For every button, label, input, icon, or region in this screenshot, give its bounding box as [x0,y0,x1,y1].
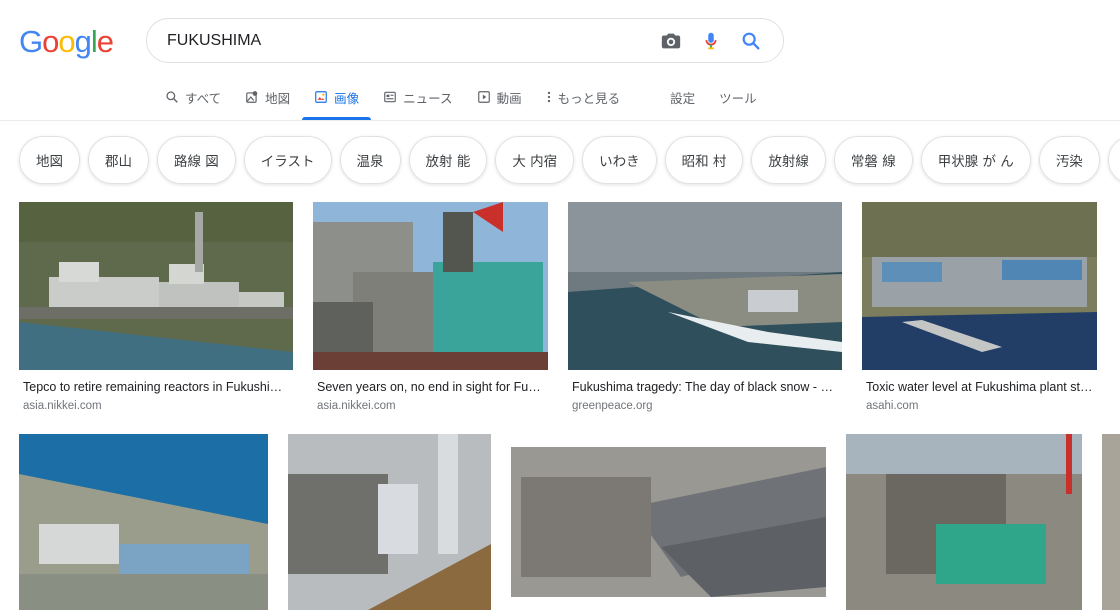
result-thumbnail[interactable] [846,434,1082,610]
result-thumbnail[interactable] [313,202,548,370]
related-search-chips: 地図 郡山 路線 図 イラスト 温泉 放射 能 大 内宿 いわき 昭和 村 放射… [19,136,1120,184]
settings-label: 設定 [670,90,696,106]
more-icon [547,91,550,103]
tab-news[interactable]: ニュース [381,80,454,114]
search-nav: すべて 地図 画像 ニュース 動画 もっと見る 設定 ツール [163,80,779,120]
google-logo[interactable]: Google [19,24,114,60]
result-thumbnail[interactable] [1102,434,1120,610]
tab-images[interactable]: 画像 [302,80,372,120]
result-title[interactable]: Seven years on, no end in sight for Fu… [317,380,544,394]
result-thumbnail[interactable] [511,447,826,597]
search-box [146,18,784,63]
chip[interactable]: 甲状腺 が ん [920,136,1031,184]
tab-videos-label: 動画 [496,90,522,106]
result-title[interactable]: Fukushima tragedy: The day of black snow… [572,380,838,394]
tab-more[interactable]: もっと見る [544,80,623,114]
result-thumbnail[interactable] [288,434,491,610]
chip[interactable]: 放 [1107,136,1120,184]
result-source[interactable]: asahi.com [866,400,918,412]
result-source[interactable]: greenpeace.org [572,400,653,412]
video-icon [477,91,490,103]
result-thumbnail[interactable] [19,434,268,610]
result-title[interactable]: Toxic water level at Fukushima plant st… [866,380,1093,394]
result-title[interactable]: Tepco to retire remaining reactors in Fu… [23,380,289,394]
chip[interactable]: いわき [582,136,657,184]
search-icon [166,91,178,103]
tab-all-label: すべて [185,90,222,106]
chip[interactable]: 温泉 [339,136,401,184]
chip[interactable]: 地図 [19,136,80,184]
tab-maps-label: 地図 [265,90,291,106]
header-divider [0,120,1120,121]
chip[interactable]: 路線 図 [157,136,236,184]
map-icon [246,91,258,103]
chip[interactable]: 汚染 [1038,136,1100,184]
tab-news-label: ニュース [403,90,453,106]
tab-maps[interactable]: 地図 [243,80,292,114]
chip[interactable]: 大 内宿 [495,136,575,184]
microphone-icon[interactable] [691,21,731,61]
search-submit-icon[interactable] [731,21,771,61]
result-source[interactable]: asia.nikkei.com [23,400,102,412]
tab-videos[interactable]: 動画 [475,80,524,114]
chip[interactable]: 常磐 線 [833,136,913,184]
search-input[interactable] [167,31,651,50]
tools-label: ツール [719,90,757,106]
result-thumbnail[interactable] [862,202,1097,370]
tools-link[interactable]: ツール [717,80,759,114]
image-icon [315,91,327,103]
camera-icon[interactable] [651,21,691,61]
result-thumbnail[interactable] [19,202,293,370]
tab-all[interactable]: すべて [163,80,223,114]
chip[interactable]: イラスト [243,136,332,184]
result-thumbnail[interactable] [568,202,842,370]
chip[interactable]: 放射 能 [408,136,488,184]
chip[interactable]: 昭和 村 [664,136,744,184]
tab-more-label: もっと見る [557,90,621,106]
chip[interactable]: 放射線 [751,136,826,184]
chip[interactable]: 郡山 [88,136,149,184]
news-icon [384,91,397,103]
tab-images-label: 画像 [334,90,360,106]
settings-link[interactable]: 設定 [668,80,697,114]
result-source[interactable]: asia.nikkei.com [317,400,396,412]
